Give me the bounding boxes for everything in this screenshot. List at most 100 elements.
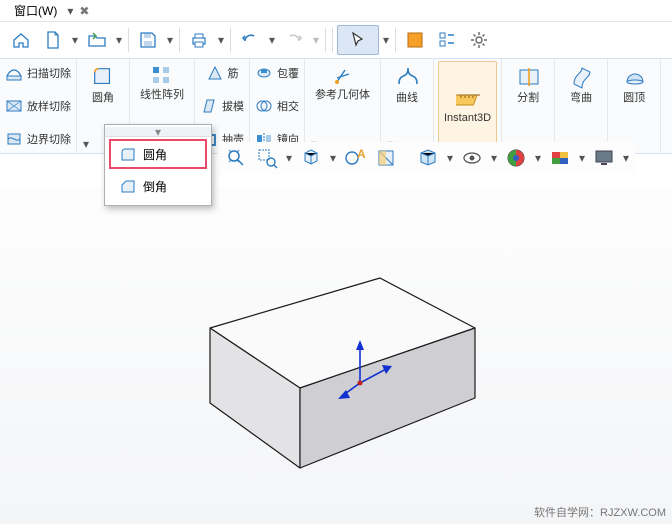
zoom-area-icon bbox=[256, 147, 278, 169]
fillet-icon bbox=[91, 65, 115, 89]
redo-icon bbox=[284, 30, 304, 50]
menu-window-dd[interactable]: ▾ bbox=[65, 4, 75, 18]
scan-cut-icon bbox=[5, 64, 23, 82]
display-style-button[interactable]: A bbox=[341, 144, 369, 172]
section-icon bbox=[375, 147, 397, 169]
zoom-fit-button[interactable] bbox=[222, 144, 250, 172]
dome-button[interactable]: 圆顶 bbox=[612, 61, 656, 109]
display-dd[interactable]: ▾ bbox=[621, 151, 631, 165]
fillet-icon-small bbox=[119, 145, 137, 163]
boundary-cut-button[interactable]: 边界切除 bbox=[0, 127, 76, 151]
dropdown-chamfer-label: 倒角 bbox=[143, 178, 167, 195]
undo-button[interactable] bbox=[235, 25, 265, 55]
open-button[interactable] bbox=[82, 25, 112, 55]
zoom-dd[interactable]: ▾ bbox=[284, 151, 294, 165]
boundary-cut-icon bbox=[5, 130, 23, 148]
curves-icon bbox=[395, 65, 419, 89]
zoom-area-button[interactable] bbox=[253, 144, 281, 172]
new-icon bbox=[43, 30, 63, 50]
bend-icon bbox=[569, 65, 593, 89]
scan-cut-button[interactable]: 扫描切除 bbox=[0, 61, 76, 85]
appearance-icon bbox=[505, 147, 527, 169]
scene-icon bbox=[549, 147, 571, 169]
loft-cut-icon bbox=[5, 97, 23, 115]
dropdown-chamfer[interactable]: 倒角 bbox=[109, 171, 207, 201]
hide-show-button[interactable] bbox=[458, 144, 486, 172]
undo-dd[interactable]: ▾ bbox=[267, 33, 277, 47]
select-dd[interactable]: ▾ bbox=[381, 33, 391, 47]
orange-icon bbox=[405, 30, 425, 50]
instant3d-button[interactable]: Instant3D bbox=[438, 61, 497, 151]
linear-pattern-label: 线性阵列 bbox=[140, 89, 184, 101]
print-icon bbox=[189, 30, 209, 50]
section-button[interactable] bbox=[372, 144, 400, 172]
intersect-button[interactable]: 相交 bbox=[250, 94, 304, 118]
save-dd[interactable]: ▾ bbox=[165, 33, 175, 47]
home-button[interactable] bbox=[6, 25, 36, 55]
dropdown-fillet[interactable]: 圆角 bbox=[109, 139, 207, 169]
quick-access-toolbar: ▾ ▾ ▾ ▾ ▾ ▾ ▾ bbox=[0, 22, 672, 58]
chamfer-icon bbox=[119, 177, 137, 195]
menu-window[interactable]: 窗口(W) bbox=[6, 0, 65, 21]
display-style-icon: A bbox=[344, 147, 366, 169]
list-icon bbox=[437, 30, 457, 50]
gear-icon bbox=[469, 30, 489, 50]
undo-icon bbox=[240, 30, 260, 50]
fillet-dd[interactable]: ▾ bbox=[81, 137, 91, 151]
scene-dd[interactable]: ▾ bbox=[577, 151, 587, 165]
wrap-icon bbox=[255, 64, 273, 82]
hide-show-dd[interactable]: ▾ bbox=[489, 151, 499, 165]
ref-geom-icon bbox=[331, 65, 355, 89]
settings-button[interactable] bbox=[464, 25, 494, 55]
render-style-button[interactable] bbox=[414, 144, 442, 172]
list-button[interactable] bbox=[432, 25, 462, 55]
view-toolbar: ▾ ▾ A ▾ ▾ ▾ ▾ ▾ bbox=[218, 142, 635, 174]
fillet-dropdown: ▾ 圆角 倒角 bbox=[104, 124, 212, 206]
redo-dd[interactable]: ▾ bbox=[311, 33, 321, 47]
render-dd[interactable]: ▾ bbox=[445, 151, 455, 165]
scene-button[interactable] bbox=[546, 144, 574, 172]
rib-icon bbox=[206, 64, 224, 82]
dome-icon bbox=[622, 65, 646, 89]
bend-button[interactable]: 弯曲 bbox=[559, 61, 603, 109]
intersect-icon bbox=[255, 97, 273, 115]
split-button[interactable]: 分割 bbox=[506, 61, 550, 109]
save-icon bbox=[138, 30, 158, 50]
redo-button[interactable] bbox=[279, 25, 309, 55]
draft-icon bbox=[200, 97, 218, 115]
open-dd[interactable]: ▾ bbox=[114, 33, 124, 47]
cube-icon bbox=[417, 147, 439, 169]
linear-pattern-icon bbox=[150, 65, 174, 89]
dropdown-handle[interactable]: ▾ bbox=[105, 127, 211, 137]
select-button[interactable] bbox=[337, 25, 379, 55]
rib-button[interactable]: 筋 bbox=[195, 61, 249, 85]
new-button[interactable] bbox=[38, 25, 68, 55]
print-button[interactable] bbox=[184, 25, 214, 55]
appearance-button[interactable] bbox=[502, 144, 530, 172]
ref-geom-button[interactable]: 参考几何体 bbox=[309, 61, 376, 105]
home-icon bbox=[11, 30, 31, 50]
view-orient-icon bbox=[300, 147, 322, 169]
view-orient-button[interactable] bbox=[297, 144, 325, 172]
print-dd[interactable]: ▾ bbox=[216, 33, 226, 47]
fillet-button[interactable]: 圆角 bbox=[81, 61, 125, 109]
linear-pattern-button[interactable]: 线性阵列 bbox=[134, 61, 190, 105]
3d-viewport[interactable] bbox=[0, 188, 672, 524]
save-button[interactable] bbox=[133, 25, 163, 55]
draft-button[interactable]: 拔模 bbox=[195, 94, 249, 118]
wrap-button[interactable]: 包覆 bbox=[250, 61, 304, 85]
ribbon: 扫描切除 放样切除 边界切除 圆角 ▾ 线性阵列 ▾ 筋 bbox=[0, 58, 672, 154]
appearance-dd[interactable]: ▾ bbox=[533, 151, 543, 165]
thicken-button[interactable]: 加厚 bbox=[665, 61, 672, 109]
monitor-icon bbox=[593, 147, 615, 169]
loft-cut-button[interactable]: 放样切除 bbox=[0, 94, 76, 118]
view-orient-dd[interactable]: ▾ bbox=[328, 151, 338, 165]
curves-button[interactable]: 曲线 bbox=[385, 61, 429, 109]
display-button[interactable] bbox=[590, 144, 618, 172]
new-dd[interactable]: ▾ bbox=[70, 33, 80, 47]
orange-button[interactable] bbox=[400, 25, 430, 55]
cursor-icon bbox=[348, 30, 368, 50]
zoom-fit-icon bbox=[225, 147, 247, 169]
open-icon bbox=[87, 30, 107, 50]
split-icon bbox=[516, 65, 540, 89]
